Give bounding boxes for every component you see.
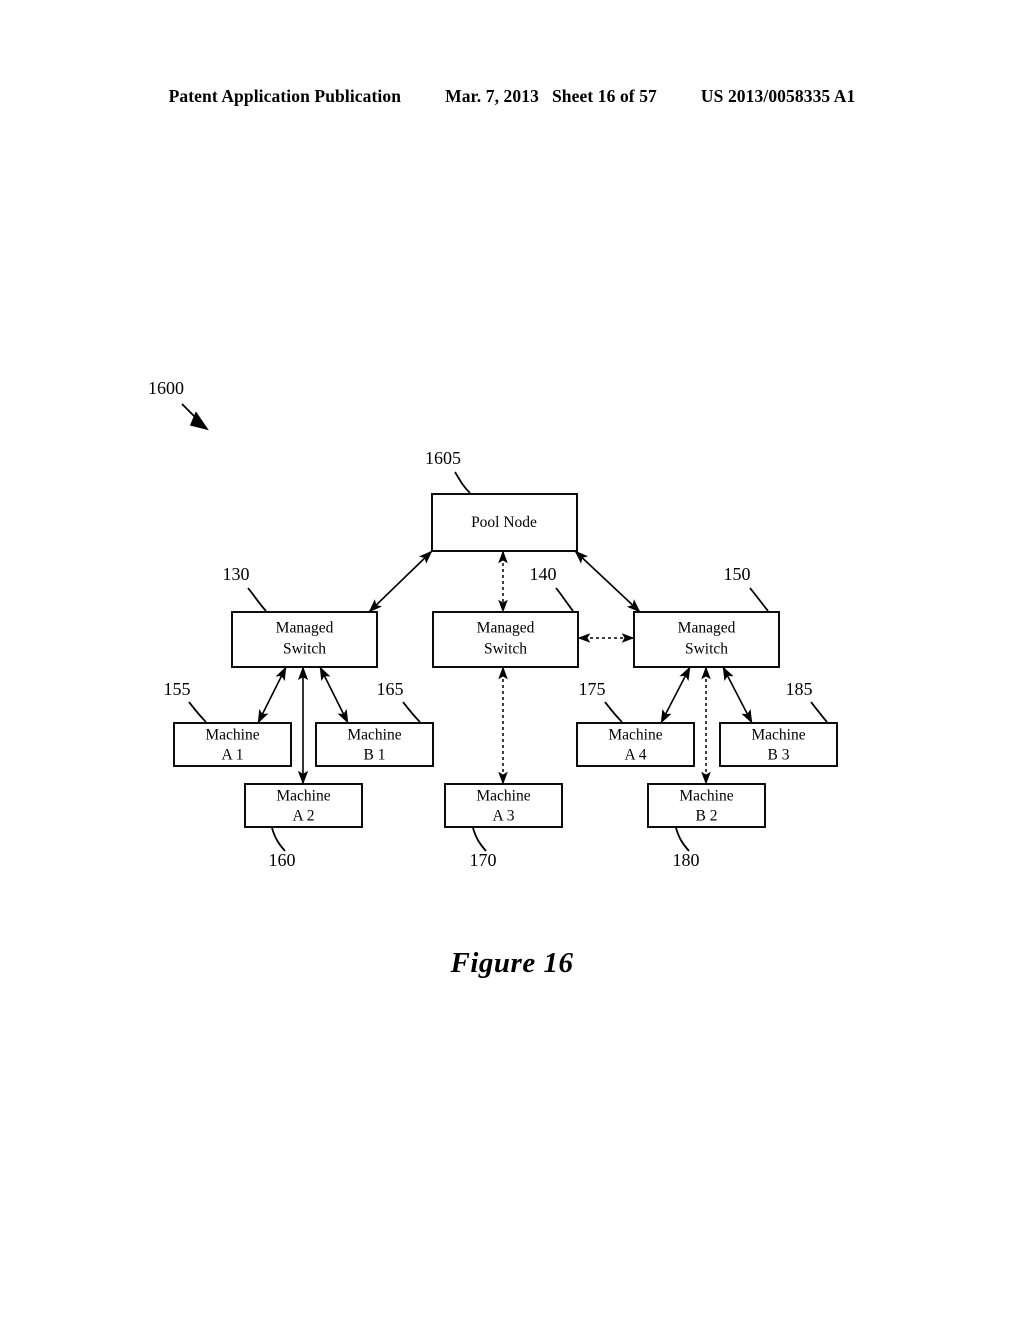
node-machine-a1-line1: Machine — [205, 727, 259, 744]
node-machine-a2-line2: A 2 — [293, 808, 315, 825]
node-machine-a4-line1: Machine — [608, 727, 662, 744]
ref-leader-155 — [188, 701, 207, 723]
node-machine-b3-line1: Machine — [751, 727, 805, 744]
node-pool-node-label: Pool Node — [471, 514, 537, 531]
node-machine-b1: Machine B 1 — [315, 722, 434, 767]
node-managed-switch-140-line1: Managed — [477, 620, 535, 637]
node-machine-b2-line2: B 2 — [696, 808, 718, 825]
ref-leader-170 — [472, 827, 487, 852]
ref-label-150: 150 — [724, 564, 751, 584]
node-machine-b3-line2: B 3 — [768, 747, 790, 764]
diagram-ref-1600: 1600 — [148, 378, 184, 398]
node-machine-a2: Machine A 2 — [244, 783, 363, 828]
ref-label-160: 160 — [269, 850, 296, 870]
ref-label-140: 140 — [530, 564, 557, 584]
connector-poolnode-switch130 — [368, 550, 433, 613]
node-machine-a1: Machine A 1 — [173, 722, 292, 767]
ref-leader-175 — [604, 701, 623, 723]
ref-leader-140 — [555, 587, 574, 612]
ref-leader-160 — [271, 827, 286, 852]
ref-leader-185 — [810, 701, 828, 723]
node-machine-a4: Machine A 4 — [576, 722, 695, 767]
ref-label-175: 175 — [579, 679, 606, 699]
ref-leader-1605 — [454, 471, 471, 494]
node-managed-switch-150: Managed Switch — [633, 611, 780, 668]
connector-switch130-machine-a1 — [257, 666, 287, 724]
node-machine-a3: Machine A 3 — [444, 783, 563, 828]
ref-label-165: 165 — [377, 679, 404, 699]
node-machine-a4-line2: A 4 — [625, 747, 647, 764]
node-managed-switch-140: Managed Switch — [432, 611, 579, 668]
figure-caption: Figure 16 — [450, 947, 574, 979]
ref-label-170: 170 — [470, 850, 497, 870]
ref-label-185: 185 — [786, 679, 813, 699]
connector-switch130-machine-b1 — [319, 666, 349, 724]
ref-leader-150 — [749, 587, 769, 612]
connector-poolnode-switch150 — [574, 550, 641, 613]
ref-leader-180 — [675, 827, 690, 852]
node-machine-b1-line1: Machine — [347, 727, 401, 744]
node-machine-b1-line2: B 1 — [364, 747, 386, 764]
node-managed-switch-130-line1: Managed — [276, 620, 334, 637]
ref-label-1605: 1605 — [425, 448, 461, 468]
ref-label-155: 155 — [164, 679, 191, 699]
ref-leader-165 — [402, 701, 421, 723]
node-machine-b2: Machine B 2 — [647, 783, 766, 828]
connector-switch150-machine-a4 — [660, 666, 691, 724]
node-managed-switch-150-line2: Switch — [685, 641, 728, 658]
node-machine-a1-line2: A 1 — [222, 747, 244, 764]
node-managed-switch-130-line2: Switch — [283, 641, 326, 658]
node-managed-switch-140-line2: Switch — [484, 641, 527, 658]
node-managed-switch-130: Managed Switch — [231, 611, 378, 668]
ref-label-180: 180 — [673, 850, 700, 870]
ref-label-130: 130 — [223, 564, 250, 584]
connector-switch150-machine-b3 — [722, 666, 753, 724]
node-managed-switch-150-line1: Managed — [678, 620, 736, 637]
node-machine-b3: Machine B 3 — [719, 722, 838, 767]
node-pool-node: Pool Node — [431, 493, 578, 552]
node-machine-a3-line2: A 3 — [493, 808, 515, 825]
ref-leader-130 — [247, 587, 267, 612]
node-machine-a3-line1: Machine — [476, 788, 530, 805]
node-machine-a2-line1: Machine — [276, 788, 330, 805]
figure-diagram: 1600 Pool Node 1605 Managed Switch 130 M… — [148, 378, 838, 870]
node-machine-b2-line1: Machine — [679, 788, 733, 805]
